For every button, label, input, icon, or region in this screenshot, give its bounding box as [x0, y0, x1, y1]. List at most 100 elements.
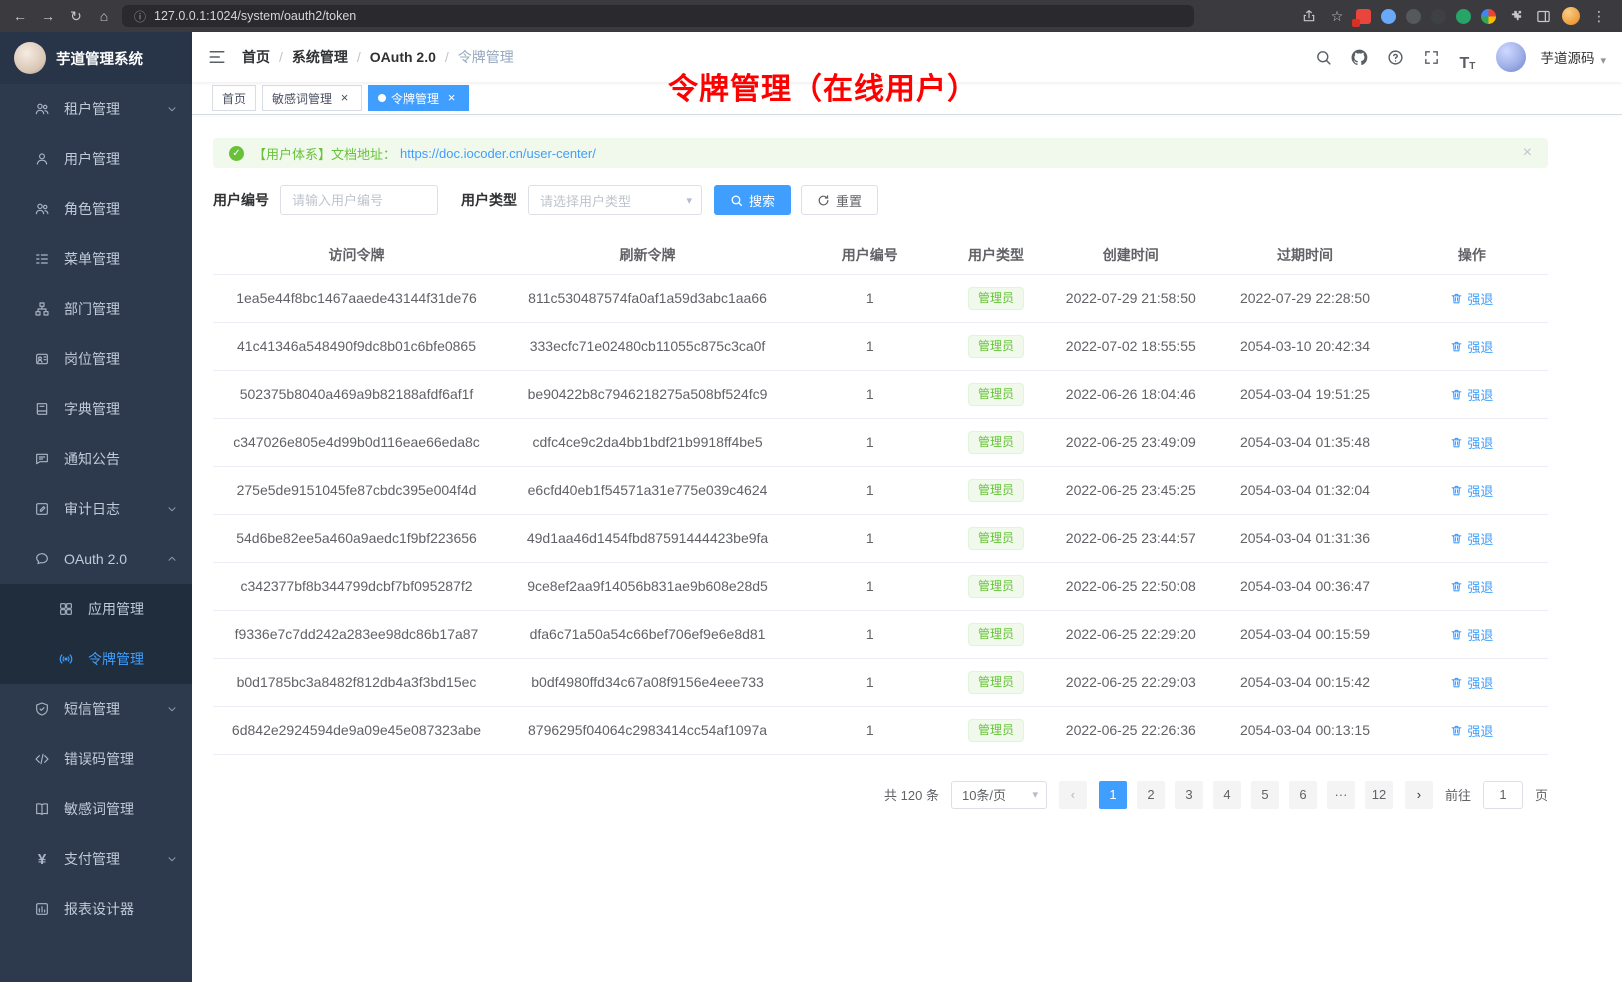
help-icon[interactable] — [1380, 42, 1410, 72]
sidebar-item-report-designer[interactable]: 报表设计器 — [0, 884, 192, 934]
browser-profile-icon[interactable] — [1562, 7, 1580, 25]
force-logout-button[interactable]: 强退 — [1450, 481, 1493, 500]
menu-icon — [34, 251, 50, 267]
doc-link[interactable]: https://doc.iocoder.cn/user-center/ — [400, 146, 596, 161]
tab-close-icon[interactable]: × — [337, 91, 352, 106]
search-button[interactable]: 搜索 — [714, 185, 791, 215]
user-type-tag: 管理员 — [968, 575, 1024, 598]
tab-sensitive-word[interactable]: 敏感词管理× — [262, 85, 362, 111]
page-button-2[interactable]: 2 — [1137, 781, 1165, 809]
user-id-input[interactable] — [280, 185, 438, 215]
next-page-button[interactable]: › — [1405, 781, 1433, 809]
sidebar-item-post[interactable]: 岗位管理 — [0, 334, 192, 384]
cell-refresh-token: 333ecfc71e02480cb11055c875c3ca0f — [500, 322, 795, 370]
font-size-icon[interactable]: TT — [1452, 42, 1482, 72]
sidebar-item-role[interactable]: 角色管理 — [0, 184, 192, 234]
search-icon[interactable] — [1308, 42, 1338, 72]
cell-expire-time: 2054-03-04 19:51:25 — [1214, 370, 1396, 418]
user-menu-caret-icon[interactable]: ▾ — [1600, 54, 1606, 67]
force-logout-button[interactable]: 强退 — [1450, 673, 1493, 692]
page-size-select[interactable]: 10条/页 ▾ — [951, 781, 1047, 809]
bookmark-star-icon[interactable]: ☆ — [1328, 7, 1346, 25]
page-button-5[interactable]: 5 — [1251, 781, 1279, 809]
page-button-3[interactable]: 3 — [1175, 781, 1203, 809]
extension-blue-icon[interactable] — [1381, 9, 1396, 24]
fullscreen-icon[interactable] — [1416, 42, 1446, 72]
search-icon — [730, 194, 743, 207]
breadcrumb-item[interactable]: 系统管理 — [292, 47, 348, 67]
app-logo[interactable]: 芋道管理系统 — [0, 32, 192, 84]
alert-close-icon[interactable]: × — [1523, 145, 1532, 161]
sidebar-item-dict[interactable]: 字典管理 — [0, 384, 192, 434]
cell-access-token: c347026e805e4d99b0d116eae66eda8c — [213, 418, 500, 466]
page-button-1[interactable]: 1 — [1099, 781, 1127, 809]
tab-close-icon[interactable]: × — [444, 91, 459, 106]
cell-user-type: 管理员 — [945, 466, 1048, 514]
extension-green-icon[interactable] — [1456, 9, 1471, 24]
page-button-4[interactable]: 4 — [1213, 781, 1241, 809]
browser-toolbar: ← → ↻ ⌂ ⓘ 127.0.0.1:1024/system/oauth2/t… — [0, 0, 1622, 32]
column-header: 用户编号 — [795, 237, 945, 274]
page-button-12[interactable]: 12 — [1365, 781, 1393, 809]
side-panel-icon[interactable] — [1534, 7, 1552, 25]
delete-icon — [1450, 292, 1463, 305]
share-icon[interactable] — [1300, 7, 1318, 25]
cell-refresh-token: e6cfd40eb1f54571a31e775e039c4624 — [500, 466, 795, 514]
user-type-tag: 管理员 — [968, 287, 1024, 310]
sidebar-toggle-icon[interactable] — [192, 48, 242, 66]
sidebar-item-sensitive-word[interactable]: 敏感词管理 — [0, 784, 192, 834]
message-icon — [34, 451, 50, 467]
breadcrumb-separator: / — [357, 49, 361, 65]
force-logout-button[interactable]: 强退 — [1450, 577, 1493, 596]
tab-home[interactable]: 首页 — [212, 85, 256, 111]
sidebar-item-dept[interactable]: 部门管理 — [0, 284, 192, 334]
page-ellipsis[interactable]: ··· — [1327, 781, 1355, 809]
home-icon[interactable]: ⌂ — [94, 6, 114, 26]
sidebar-item-oauth2[interactable]: OAuth 2.0 — [0, 534, 192, 584]
sidebar-item-notice[interactable]: 通知公告 — [0, 434, 192, 484]
page-button-6[interactable]: 6 — [1289, 781, 1317, 809]
sidebar-item-menu[interactable]: 菜单管理 — [0, 234, 192, 284]
sidebar-item-oauth2-token[interactable]: 令牌管理 — [0, 634, 192, 684]
github-icon[interactable] — [1344, 42, 1374, 72]
user-type-select[interactable]: 请选择用户类型 ▾ — [528, 185, 702, 215]
force-logout-button[interactable]: 强退 — [1450, 385, 1493, 404]
extension-dark-icon[interactable] — [1406, 9, 1421, 24]
site-info-icon[interactable]: ⓘ — [134, 8, 146, 25]
prev-page-button[interactable]: ‹ — [1059, 781, 1087, 809]
force-logout-button[interactable]: 强退 — [1450, 625, 1493, 644]
address-bar[interactable]: ⓘ 127.0.0.1:1024/system/oauth2/token — [122, 5, 1194, 27]
force-logout-button[interactable]: 强退 — [1450, 433, 1493, 452]
extension-red-icon[interactable] — [1356, 9, 1371, 24]
breadcrumb-item[interactable]: 首页 — [242, 47, 270, 67]
back-icon[interactable]: ← — [10, 6, 30, 26]
sidebar-item-tenant[interactable]: 租户管理 — [0, 84, 192, 134]
sidebar-item-audit-log[interactable]: 审计日志 — [0, 484, 192, 534]
breadcrumb-item[interactable]: OAuth 2.0 — [370, 49, 436, 65]
extension-gray-icon[interactable] — [1431, 9, 1446, 24]
reset-button[interactable]: 重置 — [801, 185, 878, 215]
force-logout-button[interactable]: 强退 — [1450, 337, 1493, 356]
tab-token[interactable]: 令牌管理× — [368, 85, 469, 111]
sidebar-item-label: 用户管理 — [64, 149, 120, 169]
sidebar-item-error-code[interactable]: 错误码管理 — [0, 734, 192, 784]
table-row: b0d1785bc3a8482f812db4a3f3bd15ecb0df4980… — [213, 658, 1548, 706]
total-count: 共 120 条 — [884, 785, 939, 804]
forward-icon[interactable]: → — [38, 6, 58, 26]
user-avatar[interactable] — [1496, 42, 1526, 72]
cell-expire-time: 2022-07-29 22:28:50 — [1214, 274, 1396, 322]
extensions-puzzle-icon[interactable] — [1506, 7, 1524, 25]
force-logout-button[interactable]: 强退 — [1450, 529, 1493, 548]
browser-menu-icon[interactable]: ⋮ — [1590, 7, 1608, 25]
sidebar-item-oauth2-app[interactable]: 应用管理 — [0, 584, 192, 634]
sidebar-item-sms[interactable]: 短信管理 — [0, 684, 192, 734]
extension-pinwheel-icon[interactable] — [1481, 9, 1496, 24]
reload-icon[interactable]: ↻ — [66, 6, 86, 26]
user-name[interactable]: 芋道源码 — [1540, 47, 1594, 67]
force-logout-button[interactable]: 强退 — [1450, 289, 1493, 308]
sidebar-item-user[interactable]: 用户管理 — [0, 134, 192, 184]
sidebar-item-pay[interactable]: ¥支付管理 — [0, 834, 192, 884]
jump-page-input[interactable] — [1483, 781, 1523, 809]
cell-user-type: 管理员 — [945, 322, 1048, 370]
force-logout-button[interactable]: 强退 — [1450, 721, 1493, 740]
